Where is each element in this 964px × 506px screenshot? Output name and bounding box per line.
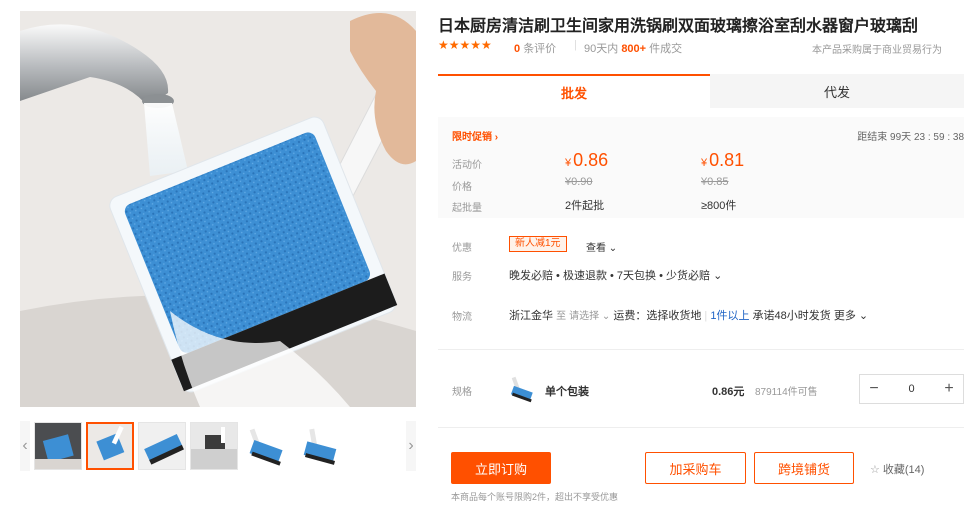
qty-threshold: 1件以上 [710, 310, 750, 322]
ship-origin: 浙江金华 [509, 310, 553, 322]
service-label: 服务 [452, 272, 472, 283]
favorite-label: 收藏(14) [882, 464, 925, 476]
more-logistics-link[interactable]: 更多 ⌄ [834, 310, 868, 322]
tier-original-price: ¥0.90 [565, 176, 593, 188]
tab-wholesale[interactable]: 批发 [438, 74, 710, 108]
rating-stars-icon: ★★★★★ [438, 38, 492, 52]
divider [438, 349, 964, 350]
tier-price: ¥0.81 [701, 150, 745, 170]
favorite-button[interactable]: ☆ 收藏(14) [870, 461, 924, 477]
tier-moq: ≥800件 [701, 200, 737, 212]
promotion-title[interactable]: 限时促销 › [452, 128, 498, 143]
review-count[interactable]: 0 条评价 [514, 40, 556, 56]
view-offers-link[interactable]: 查看 ⌄ [586, 239, 617, 254]
activity-price-label: 活动价 [452, 160, 482, 171]
thumbnail-image [35, 423, 81, 469]
thumbnail-image [191, 423, 237, 469]
spec-name: 单个包装 [545, 386, 589, 398]
quantity-input[interactable] [888, 375, 935, 403]
cross-border-distribute-button[interactable]: 跨境铺货 [754, 452, 854, 484]
tier-price: ¥0.86 [565, 150, 609, 170]
product-title: 日本厨房清洁刷卫生间家用洗锅刷双面玻璃擦浴室刮水器窗户玻璃刮 [438, 18, 919, 35]
logistics-info: 浙江金华 至 请选择 ⌄ 运费：选择收货地 | 1件以上 承诺48小时发货 更多… [509, 307, 868, 323]
purchase-limit-note: 本商品每个账号限购2件，超出不享受优惠 [451, 492, 619, 502]
destination-select[interactable]: 请选择 ⌄ [569, 311, 610, 322]
thumbnail-image [295, 423, 341, 469]
trade-notice: 本产品采购属于商业贸易行为 [812, 45, 942, 56]
purchase-tabs: 批发 代发 [438, 74, 964, 108]
spec-stock: 879114件可售 [755, 387, 818, 398]
decrease-quantity-button[interactable]: − [860, 375, 888, 403]
promotion-countdown: 距结束 99天 23 : 59 : 38 [857, 132, 964, 143]
divider: | [704, 310, 708, 322]
original-price-label: 价格 [452, 182, 472, 193]
thumbnail-image [139, 423, 185, 469]
star-icon: ☆ [870, 464, 880, 476]
thumbnail-active[interactable] [86, 422, 134, 470]
thumbnail[interactable] [190, 422, 238, 470]
thumb-next-arrow[interactable]: › [406, 421, 416, 471]
offers-row: 优惠 新人减1元 查看 ⌄ [438, 236, 964, 256]
thumbnail[interactable] [294, 422, 342, 470]
product-photo [20, 11, 416, 407]
order-now-button[interactable]: 立即订购 [451, 452, 551, 484]
shipping-promise: 承诺48小时发货 [752, 310, 831, 322]
spec-thumbnail [510, 376, 533, 403]
logistics-label: 物流 [452, 312, 472, 323]
sales-info: 90天内 800+ 件成交 [584, 43, 683, 55]
thumbnail-strip: ‹ › [20, 421, 416, 471]
thumb-prev-arrow[interactable]: ‹ [20, 421, 30, 471]
spec-label: 规格 [452, 387, 472, 398]
add-to-cart-button[interactable]: 加采购车 [645, 452, 746, 484]
tier-original-price: ¥0.85 [701, 176, 729, 188]
promotion-panel: 限时促销 › 距结束 99天 23 : 59 : 38 活动价 价格 起批量 ¥… [438, 117, 964, 218]
rating-row: ★★★★★ 0 条评价 | 90天内 800+ 件成交 本产品采购属于商业贸易行… [438, 38, 964, 56]
main-product-image[interactable] [20, 11, 416, 407]
offers-label: 优惠 [452, 243, 472, 254]
freight-info: 运费：选择收货地 [613, 310, 702, 322]
coupon-badge[interactable]: 新人减1元 [509, 236, 567, 252]
spec-price: 0.86元 [712, 386, 745, 398]
tab-dropship[interactable]: 代发 [710, 74, 964, 108]
thumbnail-image [243, 423, 289, 469]
spec-row: 规格 单个包装 0.86元 879114件可售 − + [438, 370, 964, 408]
thumbnail[interactable] [138, 422, 186, 470]
tier-moq: 2件起批 [565, 200, 605, 212]
thumbnail-image [88, 424, 132, 468]
increase-quantity-button[interactable]: + [935, 375, 963, 403]
moq-label: 起批量 [452, 203, 482, 214]
ship-to-label: 至 [556, 311, 567, 322]
service-row: 服务 晚发必赔 • 极速退款 • 7天包换 • 少货必赔 ⌄ [438, 265, 964, 285]
thumbnail[interactable] [34, 422, 82, 470]
service-guarantees[interactable]: 晚发必赔 • 极速退款 • 7天包换 • 少货必赔 ⌄ [509, 267, 722, 283]
quantity-stepper: − + [859, 374, 964, 404]
divider: | [574, 39, 577, 51]
logistics-row: 物流 浙江金华 至 请选择 ⌄ 运费：选择收货地 | 1件以上 承诺48小时发货… [438, 305, 964, 325]
thumbnail[interactable] [242, 422, 290, 470]
divider [438, 427, 964, 428]
